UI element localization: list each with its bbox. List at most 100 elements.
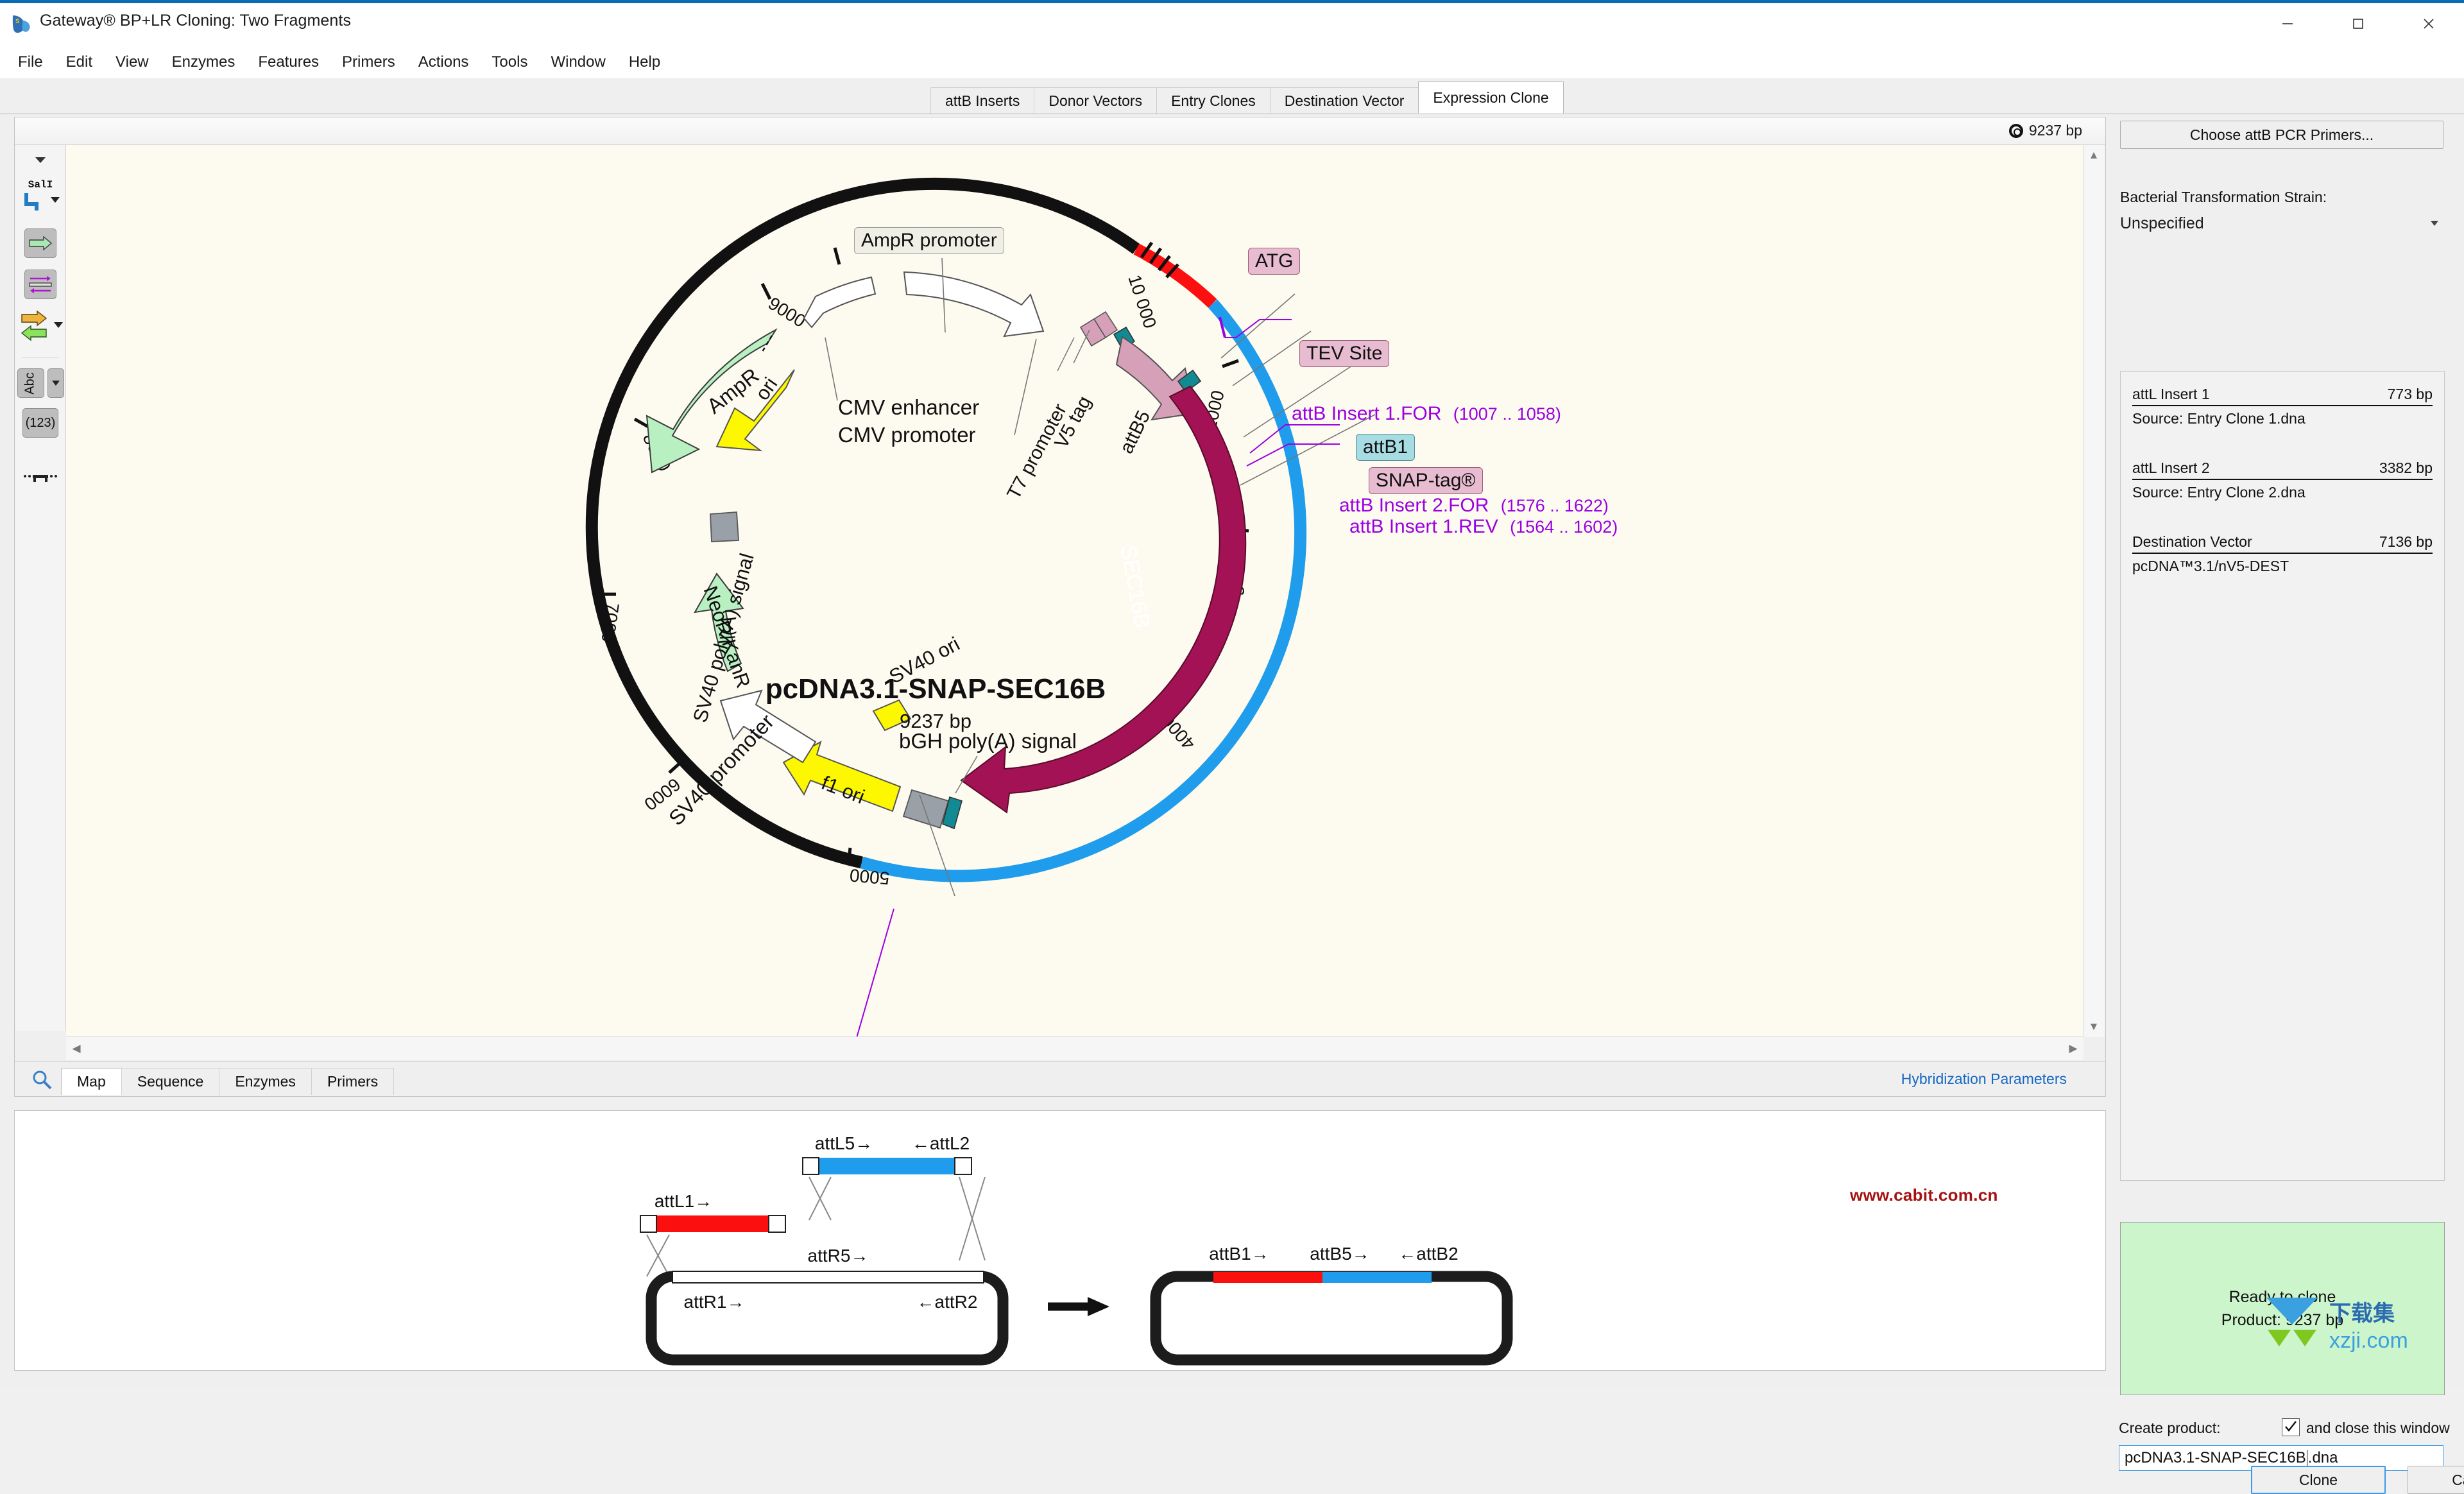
accent-stripe bbox=[0, 0, 2464, 3]
primer-range: (1564 .. 1602) bbox=[1510, 517, 1618, 537]
svg-text:T7 promoter: T7 promoter bbox=[1003, 400, 1071, 503]
svg-text:SV40 promoter: SV40 promoter bbox=[664, 710, 778, 830]
menu-features[interactable]: Features bbox=[246, 49, 330, 75]
filename-before-caret: pcDNA3.1-SNAP-SEC16B bbox=[2125, 1449, 2306, 1467]
menu-enzymes[interactable]: Enzymes bbox=[160, 49, 247, 75]
enzyme-name-label: SalI bbox=[28, 179, 53, 191]
entry-source: pcDNA™3.1/nV5-DEST bbox=[2132, 554, 2433, 575]
entry-size: 3382 bp bbox=[2379, 459, 2433, 477]
svg-text:9000: 9000 bbox=[765, 293, 809, 331]
svg-text:S: S bbox=[15, 18, 19, 24]
schem-label-attb5: attB5→ bbox=[1310, 1244, 1369, 1264]
scroll-right-icon[interactable]: ▶ bbox=[2063, 1038, 2083, 1059]
tab-destination-vector[interactable]: Destination Vector bbox=[1270, 87, 1419, 114]
menu-primers[interactable]: Primers bbox=[330, 49, 407, 75]
close-window-checkbox[interactable] bbox=[2282, 1418, 2300, 1436]
green-arrow-feature-icon bbox=[28, 236, 53, 251]
close-button[interactable] bbox=[2393, 4, 2464, 44]
cancel-button[interactable]: Cancel bbox=[2408, 1466, 2464, 1494]
svg-text:attB5: attB5 bbox=[1116, 408, 1154, 457]
watermark-url: www.cabit.com.cn bbox=[1850, 1185, 1998, 1205]
menu-window[interactable]: Window bbox=[539, 49, 617, 75]
map-left-toolbar: SalI bbox=[15, 145, 66, 1031]
map-vertical-scrollbar[interactable]: ▲ ▼ bbox=[2083, 145, 2105, 1037]
map-toolbar: 9237 bp bbox=[15, 117, 2105, 145]
application-window: S Gateway® BP+LR Cloning: Two Fragments … bbox=[0, 0, 2464, 1386]
enzyme-dropdown-caret-icon[interactable] bbox=[51, 197, 60, 203]
primer-name: attB Insert 1.REV bbox=[1349, 516, 1498, 537]
feature-arrow-tool[interactable] bbox=[15, 226, 65, 261]
tab-expression-clone[interactable]: Expression Clone bbox=[1418, 82, 1563, 114]
primer-name: attB Insert 1.FOR bbox=[1292, 403, 1441, 424]
hybridization-parameters-link[interactable]: Hybridization Parameters bbox=[1901, 1070, 2067, 1088]
view-tab-primers[interactable]: Primers bbox=[311, 1068, 394, 1095]
tab-entry-clones[interactable]: Entry Clones bbox=[1156, 87, 1270, 114]
minimize-button[interactable] bbox=[2252, 4, 2323, 44]
orientation-tool[interactable] bbox=[15, 305, 65, 347]
svg-text:SEC16B: SEC16B bbox=[1116, 544, 1154, 630]
primer-name: attB Insert 2.FOR bbox=[1339, 495, 1489, 516]
callout-tev-site[interactable]: TEV Site bbox=[1299, 340, 1389, 367]
search-icon[interactable] bbox=[31, 1069, 53, 1091]
numbers-tool[interactable]: (123) bbox=[15, 406, 65, 440]
view-tab-enzymes[interactable]: Enzymes bbox=[219, 1068, 312, 1095]
view-tab-map[interactable]: Map bbox=[61, 1068, 122, 1095]
list-item-destination-vector[interactable]: Destination Vector 7136 bp pcDNA™3.1/nV5… bbox=[2132, 533, 2433, 575]
schem-label-attr2: ←attR2 bbox=[917, 1292, 978, 1312]
scroll-down-icon[interactable]: ▼ bbox=[2083, 1017, 2104, 1037]
plasmid-map-canvas[interactable]: 10 000 2000 3000 4000 5000 6000 7000 800… bbox=[66, 145, 2083, 1037]
primer-label-attb-insert-1-rev[interactable]: attB Insert 1.REV (1564 .. 1602) bbox=[1349, 516, 1618, 538]
menu-help[interactable]: Help bbox=[617, 49, 672, 75]
entry-name: Destination Vector bbox=[2132, 533, 2252, 551]
primer-pair-tool[interactable] bbox=[15, 267, 65, 302]
list-item-attl-insert-1[interactable]: attL Insert 1 773 bp Source: Entry Clone… bbox=[2132, 386, 2433, 427]
clone-button[interactable]: Clone bbox=[2251, 1466, 2386, 1494]
right-side-panel: Choose attB PCR Primers... Bacterial Tra… bbox=[2114, 117, 2450, 1370]
map-size-label: 9237 bp bbox=[2029, 122, 2082, 139]
scroll-up-icon[interactable]: ▲ bbox=[2083, 145, 2104, 166]
callout-label: TEV Site bbox=[1299, 340, 1389, 367]
callout-attb1[interactable]: attB1 bbox=[1356, 434, 1415, 461]
callout-label: ATG bbox=[1248, 248, 1300, 275]
scroll-left-icon[interactable]: ◀ bbox=[66, 1038, 87, 1059]
menu-tools[interactable]: Tools bbox=[480, 49, 539, 75]
label-dropdown-caret-icon bbox=[52, 381, 60, 386]
entry-size: 773 bp bbox=[2388, 386, 2433, 403]
enzyme-tool[interactable]: SalI bbox=[15, 173, 65, 218]
choose-attb-pcr-primers-button[interactable]: Choose attB PCR Primers... bbox=[2120, 121, 2443, 149]
bacterial-strain-label: Bacterial Transformation Strain: bbox=[2120, 189, 2327, 206]
components-listbox[interactable]: attL Insert 1 773 bp Source: Entry Clone… bbox=[2120, 371, 2445, 1181]
primer-label-attb-insert-2-for[interactable]: attB Insert 2.FOR (1576 .. 1622) bbox=[1339, 495, 1609, 517]
callout-ampr-promoter[interactable]: AmpR promoter bbox=[854, 227, 1004, 254]
orientation-dropdown-caret-icon[interactable] bbox=[54, 322, 63, 328]
tab-donor-vectors[interactable]: Donor Vectors bbox=[1034, 87, 1157, 114]
checkmark-icon bbox=[2284, 1420, 2298, 1434]
list-item-attl-insert-2[interactable]: attL Insert 2 3382 bp Source: Entry Clon… bbox=[2132, 459, 2433, 501]
menu-actions[interactable]: Actions bbox=[407, 49, 481, 75]
callout-snap-tag[interactable]: SNAP-tag® bbox=[1369, 467, 1483, 494]
schem-label-attl5: attL5→ bbox=[815, 1133, 873, 1153]
ruler-tool[interactable] bbox=[15, 466, 65, 492]
tab-attb-inserts[interactable]: attB Inserts bbox=[930, 87, 1034, 114]
map-horizontal-scrollbar[interactable]: ◀ ▶ bbox=[66, 1036, 2083, 1060]
bacterial-strain-select[interactable]: Unspecified bbox=[2120, 210, 2443, 236]
label-text-tool[interactable]: Abc bbox=[15, 366, 65, 400]
view-tab-sequence[interactable]: Sequence bbox=[121, 1068, 220, 1095]
svg-text:10 000: 10 000 bbox=[1124, 272, 1160, 331]
entry-size: 7136 bp bbox=[2379, 533, 2433, 551]
primer-label-attb-insert-1-for[interactable]: attB Insert 1.FOR (1007 .. 1058) bbox=[1292, 403, 1561, 425]
menu-view[interactable]: View bbox=[104, 49, 160, 75]
reaction-schematic-panel: attL5→ ←attL2 attL1→ attR5→ attR1→ ←attR… bbox=[14, 1110, 2106, 1371]
menu-file[interactable]: File bbox=[6, 49, 55, 75]
create-product-label: Create product: bbox=[2119, 1420, 2221, 1437]
schem-label-attr5: attR5→ bbox=[808, 1246, 869, 1266]
collapse-caret-icon[interactable] bbox=[15, 150, 65, 169]
maximize-button[interactable] bbox=[2323, 4, 2393, 44]
map-view-tabbar: Map Sequence Enzymes Primers Hybridizati… bbox=[14, 1061, 2106, 1097]
menu-edit[interactable]: Edit bbox=[55, 49, 104, 75]
title-bar: S Gateway® BP+LR Cloning: Two Fragments bbox=[0, 0, 2464, 47]
abc-icon: Abc bbox=[23, 372, 38, 394]
schem-label-attr1: attR1→ bbox=[684, 1292, 745, 1312]
callout-atg[interactable]: ATG bbox=[1248, 248, 1300, 275]
bacterial-strain-value: Unspecified bbox=[2120, 214, 2204, 233]
